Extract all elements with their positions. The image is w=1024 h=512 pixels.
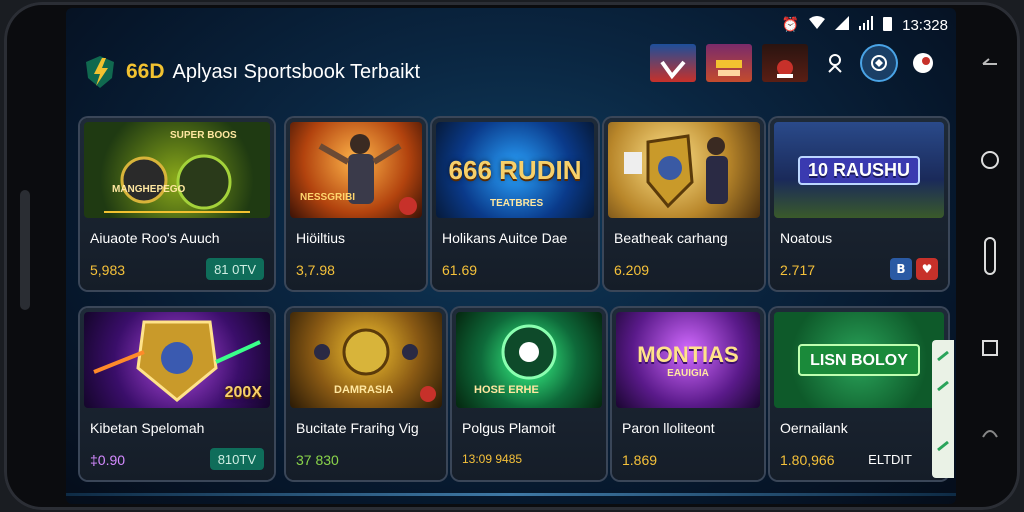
odds-badge[interactable]: 81 0TV	[206, 258, 264, 280]
battery-icon	[883, 16, 893, 35]
volume-button	[20, 190, 30, 310]
game-odds: 13:09 9485	[462, 452, 523, 466]
game-thumbnail: 200X	[84, 312, 270, 408]
home-circle-icon[interactable]	[978, 148, 1002, 172]
app-screen: ⏰ 13:328 66D Aplyası Sportsbook Terbaikt	[66, 8, 956, 504]
game-odds: 37 830	[296, 452, 339, 468]
card-subbanner: EAUIGIA	[667, 367, 709, 379]
game-thumbnail: DAMRASIA	[290, 312, 442, 408]
game-thumbnail: NESSGRIBI	[290, 122, 422, 218]
status-bar: ⏰ 13:328	[782, 14, 948, 36]
card-subbanner: NESSGRIBI	[300, 192, 356, 203]
card-banner-box: 10 RAUSHU	[797, 155, 921, 185]
game-name: Paron lloliteont	[622, 420, 715, 436]
game-thumbnail: 10 RAUSHU	[774, 122, 944, 218]
game-card[interactable]: DAMRASIA Bucitate Frarihg Vig 37 830	[286, 308, 446, 480]
recents-square-icon[interactable]	[978, 336, 1002, 360]
card-banner: LISN BOLOY	[810, 352, 908, 369]
game-thumbnail: 666 RUDIN TEATBRES	[436, 122, 594, 218]
app-header: 66D Aplyası Sportsbook Terbaikt	[82, 52, 420, 92]
game-card[interactable]: 200X Kibetan Spelomah ‡0.90 810TV	[80, 308, 274, 480]
game-thumbnail	[608, 122, 760, 218]
card-banner: MONTIAS	[637, 341, 739, 367]
card-banner-box: LISN BOLOY	[798, 344, 920, 376]
favorite-icon[interactable]: ♥	[916, 258, 938, 280]
support-icon[interactable]	[862, 46, 896, 80]
game-card[interactable]: MONTIAS EAUIGIA Paron lloliteont 1.869	[612, 308, 764, 480]
game-card[interactable]: Beatheak carhang 6.209	[604, 118, 764, 290]
game-odds: 3,7.98	[296, 262, 335, 278]
game-odds: 2.717	[780, 262, 816, 278]
card-banner: 10 RAUSHU	[807, 159, 911, 180]
game-card[interactable]: 666 RUDIN TEATBRES Holikans Auitce Dae 6…	[432, 118, 598, 290]
header-actions	[650, 44, 940, 82]
rotate-icon[interactable]	[978, 422, 1002, 446]
signal-icon-2	[859, 16, 874, 34]
game-odds: 1.80,966	[780, 452, 835, 468]
phone-frame: ⏰ 13:328 66D Aplyası Sportsbook Terbaikt	[0, 0, 1024, 512]
card-banner: 666 RUDIN	[448, 155, 582, 185]
odds-badge[interactable]: ELTDIT	[860, 448, 920, 470]
game-card[interactable]: LISN BOLOY Oernailank 1.80,966 ELTDIT	[770, 308, 948, 480]
game-thumbnail: LISN BOLOY	[774, 312, 944, 408]
game-card[interactable]: NESSGRIBI Hiöiltius 3,7.98	[286, 118, 426, 290]
game-name: Bucitate Frarihg Vig	[296, 420, 419, 436]
game-name: Oernailank	[780, 420, 848, 436]
game-name: Hiöiltius	[296, 230, 346, 246]
flag-thumb-icon[interactable]	[650, 44, 696, 82]
game-thumbnail: MONTIAS EAUIGIA	[616, 312, 760, 408]
pill-icon[interactable]	[978, 236, 1002, 276]
game-card[interactable]: 10 RAUSHU Noatous 2.717 B ♥	[770, 118, 948, 290]
card-subbanner: TEATBRES	[490, 198, 544, 209]
game-odds: 61.69	[442, 262, 478, 278]
bottom-divider	[66, 493, 956, 496]
game-card[interactable]: SUPER BOOS MANGHEPEGO Aiuaote Roo's Auuc…	[80, 118, 274, 290]
card-subbanner: MANGHEPEGO	[112, 184, 186, 195]
card-banner: HOSE ERHE	[474, 384, 539, 396]
side-drawer-tab[interactable]	[932, 340, 954, 478]
profile-icon[interactable]	[906, 46, 940, 80]
back-arrow-icon[interactable]	[978, 52, 1002, 76]
game-name: Kibetan Spelomah	[90, 420, 205, 436]
page-title: Aplyası Sportsbook Terbaikt	[172, 60, 421, 83]
game-odds: 5,983	[90, 262, 126, 278]
game-odds: 6.209	[614, 262, 650, 278]
bet-icon[interactable]: B	[890, 258, 912, 280]
game-name: Beatheak carhang	[614, 230, 728, 246]
game-name: Holikans Auitce Dae	[442, 230, 568, 246]
card-actions: B ♥	[890, 258, 938, 280]
alarm-icon: ⏰	[781, 17, 800, 33]
game-name: Polgus Plamoit	[462, 420, 556, 436]
card-banner: SUPER BOOS	[170, 130, 237, 141]
status-time: 13:328	[902, 16, 948, 34]
promo-thumb-icon[interactable]	[706, 44, 752, 82]
game-odds: 1.869	[622, 452, 658, 468]
game-card[interactable]: HOSE ERHE Polgus Plamoit 13:09 9485	[452, 308, 606, 480]
game-odds: ‡0.90	[90, 452, 126, 468]
system-nav-bar	[962, 40, 1018, 480]
odds-badge[interactable]: 810TV	[209, 448, 264, 470]
signal-icon	[835, 16, 850, 34]
mascot-thumb-icon[interactable]	[762, 44, 808, 82]
game-name: Aiuaote Roo's Auuch	[90, 230, 220, 246]
card-subbanner: DAMRASIA	[334, 384, 394, 396]
game-thumbnail: HOSE ERHE	[456, 312, 602, 408]
card-banner: 200X	[224, 384, 262, 401]
trophy-icon[interactable]	[818, 46, 852, 80]
brand-logo-icon	[86, 56, 114, 88]
game-thumbnail: SUPER BOOS MANGHEPEGO	[84, 122, 270, 218]
wifi-icon	[809, 16, 826, 34]
brand-name: 66D	[126, 60, 165, 83]
game-name: Noatous	[780, 230, 833, 246]
